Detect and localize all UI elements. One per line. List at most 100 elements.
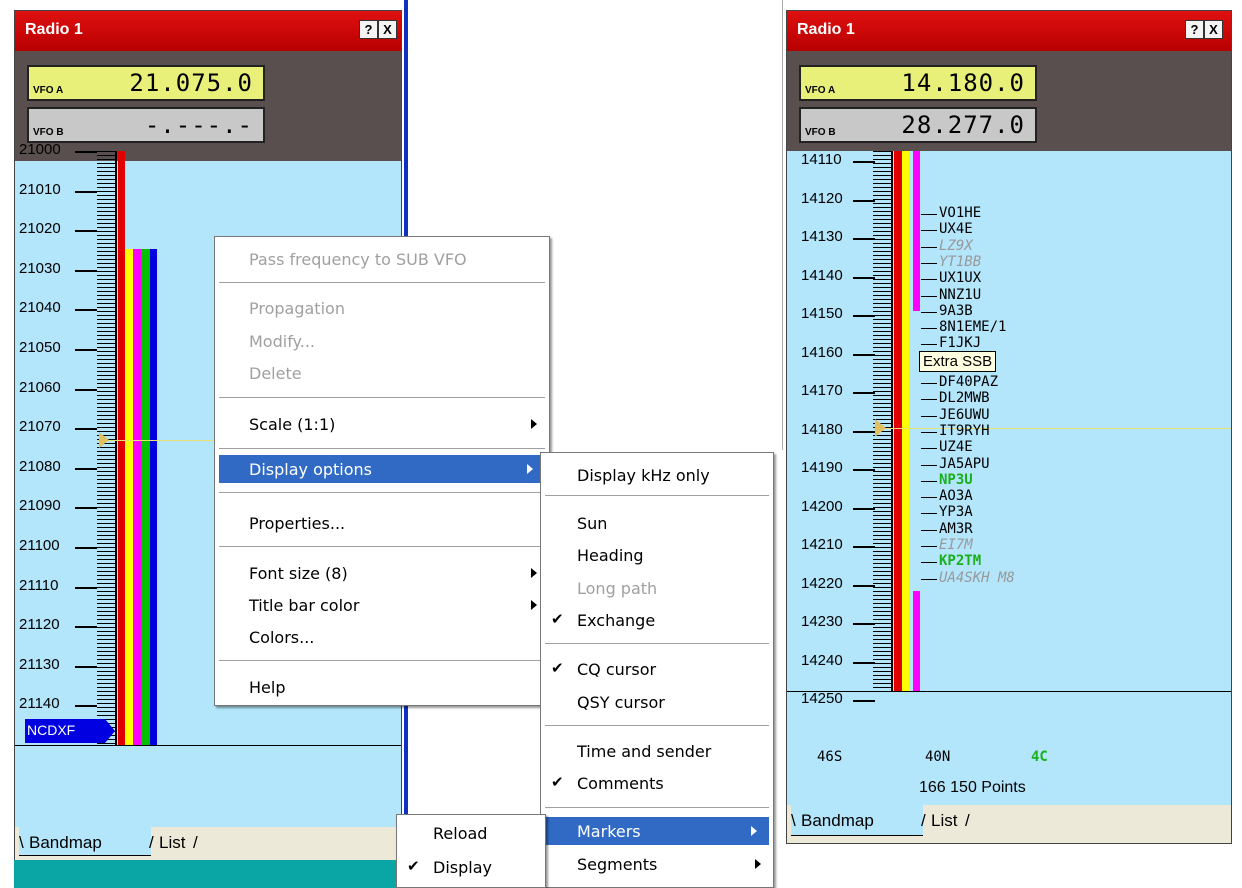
major-tick xyxy=(853,238,875,240)
menu-item-display-khz-only[interactable]: Display kHz only xyxy=(541,461,773,489)
menu-item-help[interactable]: Help xyxy=(215,673,549,701)
vfo-b-frequency: -.---.- xyxy=(144,111,253,139)
vfo-b-display-right[interactable]: VFO B 28.277.0 xyxy=(799,107,1037,143)
menu-item-title-bar-color[interactable]: Title bar color xyxy=(215,591,549,619)
menu-item-label: Scale (1:1) xyxy=(249,415,336,434)
menu-item-sun[interactable]: Sun xyxy=(541,509,773,537)
frequency-tick-label: 21060 xyxy=(19,378,61,396)
spot-callsign[interactable]: VO1HE xyxy=(939,205,981,221)
spot-callsign[interactable]: YT1BB xyxy=(939,254,981,270)
close-button[interactable]: X xyxy=(378,20,397,39)
menu-item-segments[interactable]: Segments xyxy=(541,850,773,878)
menu-item-qsy-cursor[interactable]: QSY cursor xyxy=(541,688,773,716)
window-title-right: Radio 1 xyxy=(797,21,855,38)
cq-cursor-line-right xyxy=(873,428,1231,429)
tab-bandmap-right[interactable]: \ Bandmap xyxy=(791,805,923,836)
menu-item-comments[interactable]: ✔ Comments xyxy=(541,769,773,797)
menu-item-label: Display kHz only xyxy=(577,466,710,485)
band-segment-magenta xyxy=(133,249,141,745)
menu-separator xyxy=(219,282,545,284)
spot-leader-line xyxy=(921,214,937,215)
vfo-b-frequency-right: 28.277.0 xyxy=(901,111,1025,139)
menu-item-font-size[interactable]: Font size (8) xyxy=(215,559,549,587)
menu-item-delete[interactable]: Delete xyxy=(215,359,549,387)
vfo-a-display[interactable]: VFO A 21.075.0 xyxy=(27,65,265,101)
title-bar-right[interactable]: Radio 1 ? X xyxy=(787,11,1231,51)
spot-callsign[interactable]: LZ9X xyxy=(939,238,973,254)
cq-cursor-marker-right[interactable] xyxy=(875,419,886,437)
spot-callsign[interactable]: JE6UWU xyxy=(939,407,990,423)
spot-callsign[interactable]: JA5APU xyxy=(939,456,990,472)
tab-list[interactable]: / List / xyxy=(149,829,215,853)
spot-callsign[interactable]: UA4SKH M8 xyxy=(939,570,1015,586)
tab-bandmap[interactable]: \ Bandmap xyxy=(19,827,151,856)
band-segment-green xyxy=(141,249,150,745)
menu-item-reload[interactable]: Reload xyxy=(397,819,545,847)
menu-item-display[interactable]: ✔ Display xyxy=(397,853,545,881)
spot-callsign[interactable]: 8N1EME/1 xyxy=(939,319,1006,335)
spot-callsign[interactable]: AO3A xyxy=(939,488,973,504)
spot-callsign[interactable]: NP3U xyxy=(939,472,973,488)
spot-callsign[interactable]: DF40PAZ xyxy=(939,374,998,390)
spot-callsign[interactable]: NNZ1U xyxy=(939,287,981,303)
menu-item-propagation[interactable]: Propagation xyxy=(215,294,549,322)
spot-callsign[interactable]: IT9RYH xyxy=(939,423,990,439)
tooltip: Extra SSB xyxy=(919,351,997,372)
menu-item-properties[interactable]: Properties... xyxy=(215,509,549,537)
menu-item-colors[interactable]: Colors... xyxy=(215,623,549,651)
menu-separator xyxy=(545,725,769,727)
spot-callsign[interactable]: DL2MWB xyxy=(939,390,990,406)
frequency-tick-label: 14130 xyxy=(801,228,843,245)
menu-item-exchange[interactable]: ✔ Exchange xyxy=(541,606,773,634)
ncdxf-marker[interactable]: NCDXF xyxy=(25,719,115,743)
menu-item-modify[interactable]: Modify... xyxy=(215,327,549,355)
menu-item-markers[interactable]: Markers xyxy=(545,817,769,845)
spot-callsign[interactable]: F1JKJ xyxy=(939,335,981,351)
menu-item-time-and-sender[interactable]: Time and sender xyxy=(541,737,773,765)
frequency-tick-label: 21010 xyxy=(19,180,61,198)
cq-cursor-marker[interactable] xyxy=(99,432,109,448)
tab-slant-right-1: / xyxy=(921,811,926,830)
menu-item-scale[interactable]: Scale (1:1) xyxy=(215,410,549,438)
vfo-a-label-right: VFO A xyxy=(805,85,836,96)
menu-item-label: Long path xyxy=(577,579,658,598)
vfo-b-display[interactable]: VFO B -.---.- xyxy=(27,107,265,143)
spot-leader-line xyxy=(921,383,937,384)
spot-callsign[interactable]: YP3A xyxy=(939,504,973,520)
spot-leader-line xyxy=(921,431,937,433)
heading-status: 40N xyxy=(925,749,951,765)
submenu-arrow-icon xyxy=(755,859,761,869)
spot-leader-line xyxy=(921,513,937,515)
spot-callsign[interactable]: 9A3B xyxy=(939,303,973,319)
title-bar[interactable]: Radio 1 ? X xyxy=(15,11,401,51)
major-tick xyxy=(75,269,97,272)
menu-item-pass-frequency[interactable]: Pass frequency to SUB VFO xyxy=(215,245,549,273)
scale-bar xyxy=(97,151,115,745)
menu-item-heading[interactable]: Heading xyxy=(541,541,773,569)
marker-point-icon xyxy=(105,719,115,743)
frequency-tick-label: 14230 xyxy=(801,613,843,630)
close-button-right[interactable]: X xyxy=(1204,20,1223,39)
frequency-tick-label: 14210 xyxy=(801,536,843,553)
spot-callsign[interactable]: EI7M xyxy=(939,537,973,553)
spot-callsign[interactable]: AM3R xyxy=(939,521,973,537)
tab-list-right[interactable]: / List / xyxy=(921,807,987,831)
vfo-b-label: VFO B xyxy=(33,127,64,138)
spot-callsign[interactable]: UX1UX xyxy=(939,270,981,286)
spot-callsign[interactable]: UZ4E xyxy=(939,439,973,455)
spot-callsign[interactable]: KP2TM xyxy=(939,553,981,569)
menu-item-long-path[interactable]: Long path xyxy=(541,574,773,602)
help-button-right[interactable]: ? xyxy=(1185,20,1204,39)
vfo-a-display-right[interactable]: VFO A 14.180.0 xyxy=(799,65,1037,101)
sun-status: 46S xyxy=(817,749,843,765)
menu-item-label: Pass frequency to SUB VFO xyxy=(249,250,467,269)
spot-callsign[interactable]: UX4E xyxy=(939,221,973,237)
frequency-tick-label: 14200 xyxy=(801,497,843,515)
menu-item-cq-cursor[interactable]: ✔ CQ cursor xyxy=(541,655,773,683)
menu-item-display-options[interactable]: Display options xyxy=(219,455,545,483)
bandmap-window-right: Radio 1 ? X VFO A 14.180.0 VFO B 28.277.… xyxy=(786,10,1232,844)
band-segment-magenta-right-2 xyxy=(913,591,920,691)
menu-separator xyxy=(219,492,545,494)
help-button[interactable]: ? xyxy=(359,20,378,39)
spot-leader-line xyxy=(921,230,937,232)
